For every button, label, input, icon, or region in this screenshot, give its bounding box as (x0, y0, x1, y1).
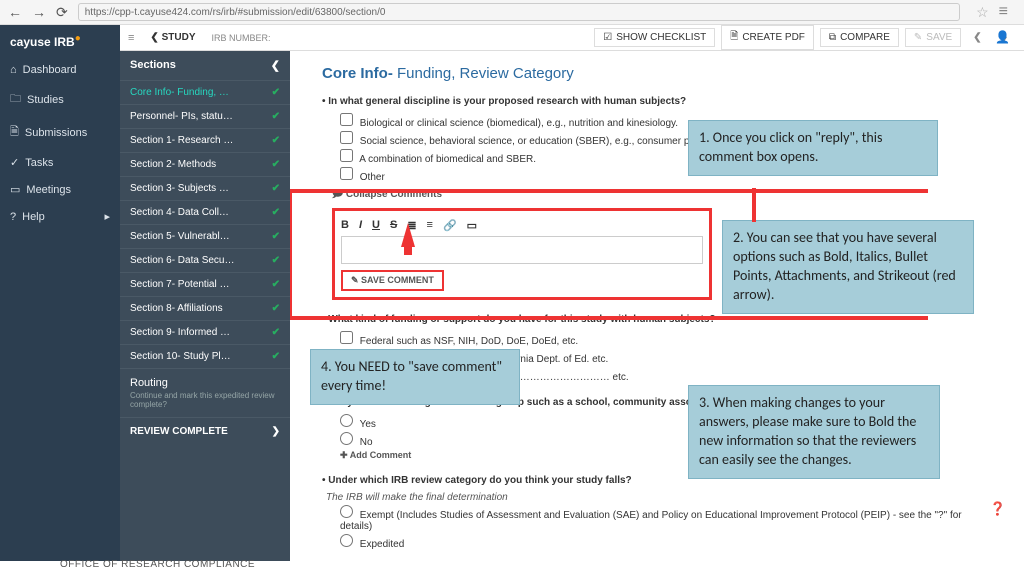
section-item[interactable]: Section 1- Research …✔ (120, 128, 290, 152)
forward-icon[interactable]: → (32, 4, 46, 20)
nav-icon: ? (10, 211, 16, 223)
page-title: Core Info- Funding, Review Category (322, 65, 992, 82)
routing[interactable]: Routing Continue and mark this expedited… (120, 368, 290, 417)
routing-sub: Continue and mark this expedited review … (130, 391, 280, 409)
check-icon: ✔ (272, 183, 280, 194)
brand: cayuse IRB● (0, 25, 120, 57)
comment-textarea[interactable] (341, 236, 703, 264)
save-button[interactable]: ✎ SAVE (905, 28, 961, 47)
comment-editor: B I U S ≣ ≡ 🔗 ▭ ✎ SAVE COMMENT (332, 208, 712, 300)
callout-3: 3. When making changes to your answers, … (688, 385, 940, 479)
bookmark-icon[interactable]: ☆ (976, 4, 989, 21)
check-icon: ✔ (272, 135, 280, 146)
section-item[interactable]: Section 5- Vulnerabl…✔ (120, 224, 290, 248)
footer-text: OFFICE OF RESEARCH COMPLIANCE (60, 559, 255, 570)
user-icon[interactable]: 👤 (995, 30, 1010, 44)
q4-note: The IRB will make the final determinatio… (326, 492, 992, 503)
browser-menu-icon[interactable]: ≡ (999, 3, 1008, 21)
option[interactable]: Federal such as NSF, NIH, DoD, DoE, DoEd… (340, 331, 992, 347)
bold-button[interactable]: B (341, 219, 349, 232)
option[interactable]: Expedited (340, 534, 992, 550)
section-item[interactable]: Section 2- Methods✔ (120, 152, 290, 176)
leftnav-tasks[interactable]: ✓Tasks (0, 149, 120, 176)
show-checklist-button[interactable]: ☑ SHOW CHECKLIST (594, 28, 715, 47)
address-bar[interactable]: https://cpp-t.cayuse424.com/rs/irb/#subm… (78, 3, 960, 21)
section-item[interactable]: Section 6- Data Secu…✔ (120, 248, 290, 272)
check-icon: ✔ (272, 255, 280, 266)
red-line (290, 189, 292, 319)
check-icon: ✔ (272, 87, 280, 98)
reload-icon[interactable]: ⟳ (56, 4, 68, 21)
help-icon[interactable]: ❓ (990, 501, 1006, 517)
section-item[interactable]: Section 9- Informed …✔ (120, 320, 290, 344)
leftnav-meetings[interactable]: ▭Meetings (0, 176, 120, 203)
section-item[interactable]: Section 7- Potential …✔ (120, 272, 290, 296)
prev-section-button[interactable]: ❮ (967, 30, 987, 45)
nav-icon: ✓ (10, 156, 19, 169)
option[interactable]: Exempt (Includes Studies of Assessment a… (340, 505, 992, 532)
section-item[interactable]: Section 3- Subjects …✔ (120, 176, 290, 200)
leftnav-studies[interactable]: 🗀Studies (0, 83, 120, 116)
italic-button[interactable]: I (359, 219, 362, 232)
check-icon: ✔ (272, 351, 280, 362)
check-icon: ✔ (272, 111, 280, 122)
section-item[interactable]: Section 10- Study Pl…✔ (120, 344, 290, 368)
leftnav-dashboard[interactable]: ⌂Dashboard (0, 57, 120, 83)
underline-button[interactable]: U (372, 219, 380, 232)
red-line (752, 188, 756, 222)
nav-icon: ⌂ (10, 64, 17, 76)
callout-4: 4. You NEED to "save comment" every time… (310, 349, 520, 405)
red-arrow-icon (401, 223, 415, 247)
attach-button[interactable]: 🔗 (443, 219, 457, 232)
red-line (290, 189, 928, 193)
check-icon: ✔ (272, 207, 280, 218)
section-item[interactable]: Section 4- Data Coll…✔ (120, 200, 290, 224)
section-item[interactable]: Core Info- Funding, …✔ (120, 80, 290, 104)
check-icon: ✔ (272, 279, 280, 290)
editor-toolbar: B I U S ≣ ≡ 🔗 ▭ (341, 217, 703, 236)
check-icon: ✔ (272, 327, 280, 338)
nav-icon: ▭ (10, 183, 20, 196)
url-text: https://cpp-t.cayuse424.com/rs/irb/#subm… (85, 7, 386, 18)
nav-icon: 🗀 (10, 90, 21, 109)
section-item[interactable]: Section 8- Affiliations✔ (120, 296, 290, 320)
study-back-button[interactable]: ❮ STUDY (142, 32, 203, 43)
question-1: • In what general discipline is your pro… (322, 96, 992, 107)
leftnav-submissions[interactable]: 🗎Submissions (0, 116, 120, 149)
sections-header[interactable]: Sections❮ (120, 51, 290, 80)
back-icon[interactable]: ← (8, 4, 22, 20)
leftnav-help[interactable]: ?Help▸ (0, 203, 120, 230)
section-item[interactable]: Personnel- PIs, statu…✔ (120, 104, 290, 128)
save-comment-button[interactable]: ✎ SAVE COMMENT (341, 270, 444, 291)
routing-title: Routing (130, 377, 280, 389)
strike-button[interactable]: S (390, 219, 397, 232)
check-icon: ✔ (272, 159, 280, 170)
check-icon: ✔ (272, 231, 280, 242)
create-pdf-button[interactable]: 🗎 CREATE PDF (721, 25, 814, 50)
irb-number-label: IRB NUMBER: (212, 33, 271, 43)
review-complete-button[interactable]: REVIEW COMPLETE❯ (120, 417, 290, 445)
check-icon: ✔ (272, 303, 280, 314)
nav-icon: 🗎 (10, 123, 19, 142)
callout-2: 2. You can see that you have several opt… (722, 220, 974, 314)
compare-button[interactable]: ⧉ COMPARE (820, 28, 899, 47)
image-button[interactable]: ▭ (467, 219, 477, 232)
callout-1: 1. Once you click on "reply", this comme… (688, 120, 938, 176)
numbered-button[interactable]: ≡ (427, 219, 433, 232)
hamburger-icon[interactable]: ≡ (120, 32, 142, 44)
red-line (290, 316, 928, 320)
